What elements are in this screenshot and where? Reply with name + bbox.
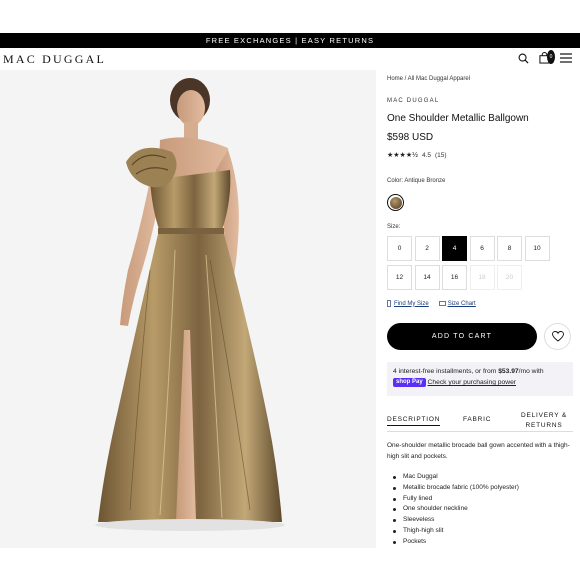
size-option-18[interactable]: 18	[469, 265, 495, 290]
size-option-16[interactable]: 16	[442, 265, 467, 290]
feature-item: Mac Duggal	[393, 472, 573, 483]
rating-count: (15)	[435, 151, 447, 159]
find-my-size-label: Find My Size	[394, 300, 429, 307]
size-chart-link[interactable]: Size Chart	[438, 300, 476, 307]
find-my-size-link[interactable]: Find My Size	[387, 300, 429, 307]
cart-count-badge: 0	[547, 50, 555, 64]
tab-description[interactable]: DESCRIPTION	[387, 416, 441, 426]
feature-item: Pockets	[393, 537, 573, 548]
feature-item: Sleeveless	[393, 515, 573, 526]
size-links: Find My Size Size Chart	[387, 300, 476, 307]
installments-amount: $53.97	[498, 368, 519, 375]
rating-value: 4.5	[421, 151, 431, 159]
color-swatch[interactable]	[387, 194, 404, 211]
header-icons: 0	[518, 50, 572, 65]
installments-prefix: 4 interest-free installments, or from	[393, 368, 497, 375]
size-option-2[interactable]: 2	[414, 236, 440, 261]
check-purchasing-power-link[interactable]: Check your purchasing power	[428, 379, 516, 386]
installments-suffix: /mo with	[518, 368, 544, 375]
tape-icon	[438, 301, 446, 306]
feature-item: Fully lined	[393, 494, 573, 505]
logo[interactable]: MAC DUGGAL	[3, 52, 106, 67]
size-option-4[interactable]: 4	[442, 236, 467, 261]
search-icon[interactable]	[518, 51, 529, 65]
wishlist-button[interactable]	[544, 323, 571, 350]
tab-delivery-returns[interactable]: DELIVERY & RETURNS	[518, 411, 570, 431]
promo-text: FREE EXCHANGES | EASY RETURNS	[205, 36, 375, 45]
product-page: FREE EXCHANGES | EASY RETURNS MAC DUGGAL…	[0, 0, 580, 580]
breadcrumb[interactable]: Home / All Mac Duggal Apparel	[387, 76, 470, 82]
bag-icon[interactable]: 0	[539, 50, 555, 65]
size-option-8[interactable]: 8	[497, 236, 522, 261]
size-selector: 0 2 4 6 8 10 12 14 16 18 20	[387, 236, 573, 290]
size-option-20[interactable]: 20	[497, 265, 522, 290]
size-option-0[interactable]: 0	[387, 236, 412, 261]
color-label: Color: Antique Bronze	[387, 178, 446, 184]
size-chart-label: Size Chart	[447, 300, 476, 307]
product-title: One Shoulder Metallic Ballgown	[387, 113, 529, 124]
product-image[interactable]	[0, 70, 376, 548]
product-description: One-shoulder metallic brocade ball gown …	[387, 442, 570, 460]
rating[interactable]: ★★★★½ 4.5 (15)	[387, 151, 447, 160]
size-option-6[interactable]: 6	[469, 236, 495, 261]
tab-fabric[interactable]: FABRIC	[463, 416, 491, 423]
size-option-10[interactable]: 10	[524, 236, 550, 261]
feature-item: One shoulder neckline	[393, 504, 573, 515]
feature-item: Thigh-high slit	[393, 526, 573, 537]
brand-name: MAC DUGGAL	[387, 98, 440, 104]
size-label: Size:	[387, 224, 401, 230]
shop-pay-logo: shop Pay	[393, 377, 426, 387]
feature-item: Metallic brocade fabric (100% polyester)	[393, 483, 573, 494]
size-option-14[interactable]: 14	[414, 265, 440, 290]
product-price: $598 USD	[387, 132, 434, 143]
installments-banner: 4 interest-free installments, or from $5…	[387, 362, 573, 396]
site-header: MAC DUGGAL 0	[0, 48, 580, 70]
add-to-cart-button[interactable]: ADD TO CART	[387, 323, 537, 350]
info-tabs: DESCRIPTION FABRIC DELIVERY & RETURNS	[387, 410, 573, 432]
size-option-12[interactable]: 12	[387, 265, 412, 290]
feature-list: Mac Duggal Metallic brocade fabric (100% …	[393, 472, 573, 548]
ruler-icon	[387, 300, 391, 307]
gown-illustration	[0, 70, 376, 548]
menu-icon[interactable]	[560, 51, 572, 65]
promo-bar[interactable]: FREE EXCHANGES | EASY RETURNS	[0, 33, 580, 48]
star-rating-icon: ★★★★½	[387, 152, 418, 159]
heart-icon	[551, 331, 564, 342]
